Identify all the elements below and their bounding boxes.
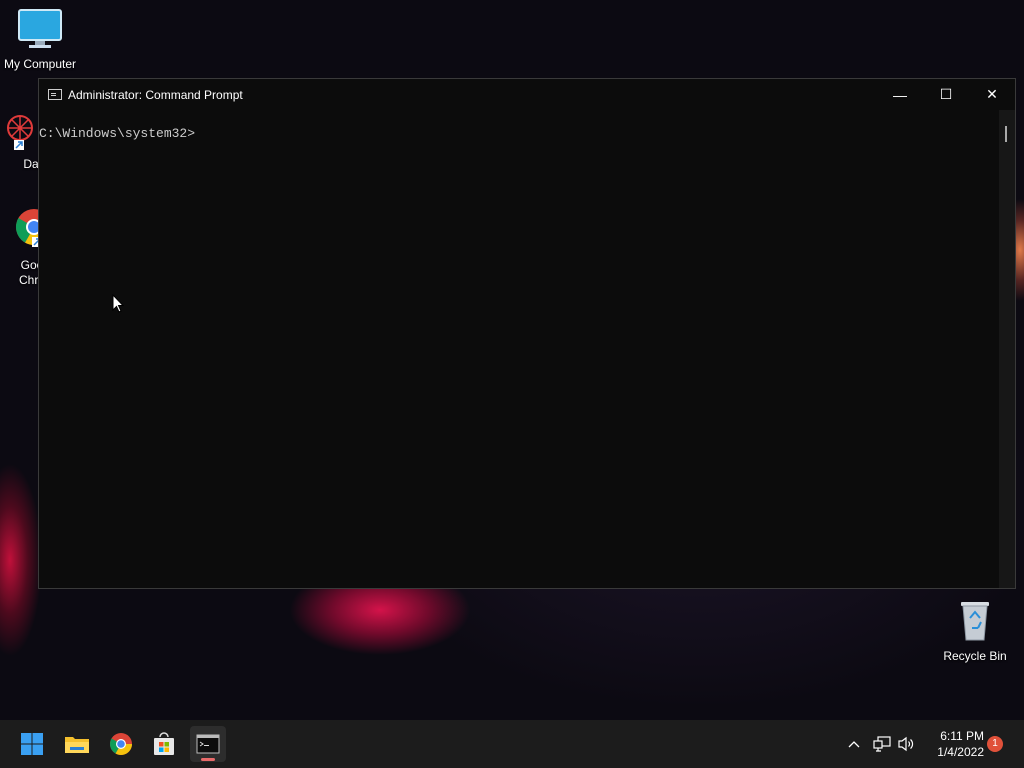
speaker-icon bbox=[898, 736, 914, 752]
store-icon bbox=[154, 732, 174, 755]
volume-control[interactable] bbox=[894, 720, 918, 768]
active-app-indicator bbox=[201, 758, 215, 761]
taskbar-command-prompt[interactable] bbox=[190, 726, 226, 762]
mouse-cursor-icon bbox=[112, 294, 124, 313]
network-icon bbox=[873, 736, 891, 752]
desktop-icon-label: Recycle Bin bbox=[943, 649, 1007, 663]
taskbar-file-explorer[interactable] bbox=[59, 726, 95, 762]
clock-date: 1/4/2022 bbox=[937, 745, 984, 759]
window-title: Administrator: Command Prompt bbox=[68, 87, 243, 102]
file-explorer-icon bbox=[65, 737, 89, 753]
taskbar: 6:11 PM 1/4/2022 1 bbox=[0, 720, 1024, 768]
console-output[interactable]: C:\Windows\system32> bbox=[39, 110, 999, 588]
desktop-icon-my-computer[interactable]: My Computer bbox=[0, 8, 80, 72]
desktop-icon-recycle-bin[interactable]: Recycle Bin bbox=[935, 598, 1015, 664]
terminal-icon bbox=[196, 734, 220, 754]
datawrapper-icon bbox=[7, 115, 33, 150]
taskbar-clock[interactable]: 6:11 PM 1/4/2022 bbox=[937, 728, 984, 760]
close-button[interactable]: ✕ bbox=[969, 79, 1015, 110]
start-button[interactable] bbox=[14, 726, 50, 762]
scrollbar-thumb[interactable] bbox=[1005, 126, 1007, 142]
recycle-bin-icon bbox=[961, 602, 989, 641]
chrome-icon bbox=[110, 733, 132, 755]
cmd-app-icon bbox=[48, 89, 62, 100]
desktop-icon-label: My Computer bbox=[3, 57, 77, 71]
window-titlebar[interactable]: Administrator: Command Prompt — ☐ ✕ bbox=[39, 79, 1015, 110]
network-status[interactable] bbox=[870, 720, 894, 768]
taskbar-chrome[interactable] bbox=[103, 726, 139, 762]
tray-overflow-chevron[interactable] bbox=[842, 720, 866, 768]
monitor-icon bbox=[18, 9, 62, 48]
vertical-scrollbar[interactable] bbox=[999, 110, 1015, 588]
clock-time: 6:11 PM bbox=[940, 729, 984, 743]
start-icon bbox=[21, 733, 43, 755]
notification-badge[interactable]: 1 bbox=[987, 736, 1003, 752]
taskbar-store[interactable] bbox=[146, 726, 182, 762]
minimize-button[interactable]: — bbox=[877, 79, 923, 110]
chevron-up-icon bbox=[848, 741, 860, 748]
maximize-button[interactable]: ☐ bbox=[923, 79, 969, 110]
command-prompt-window[interactable]: Administrator: Command Prompt — ☐ ✕ C:\W… bbox=[38, 78, 1016, 589]
